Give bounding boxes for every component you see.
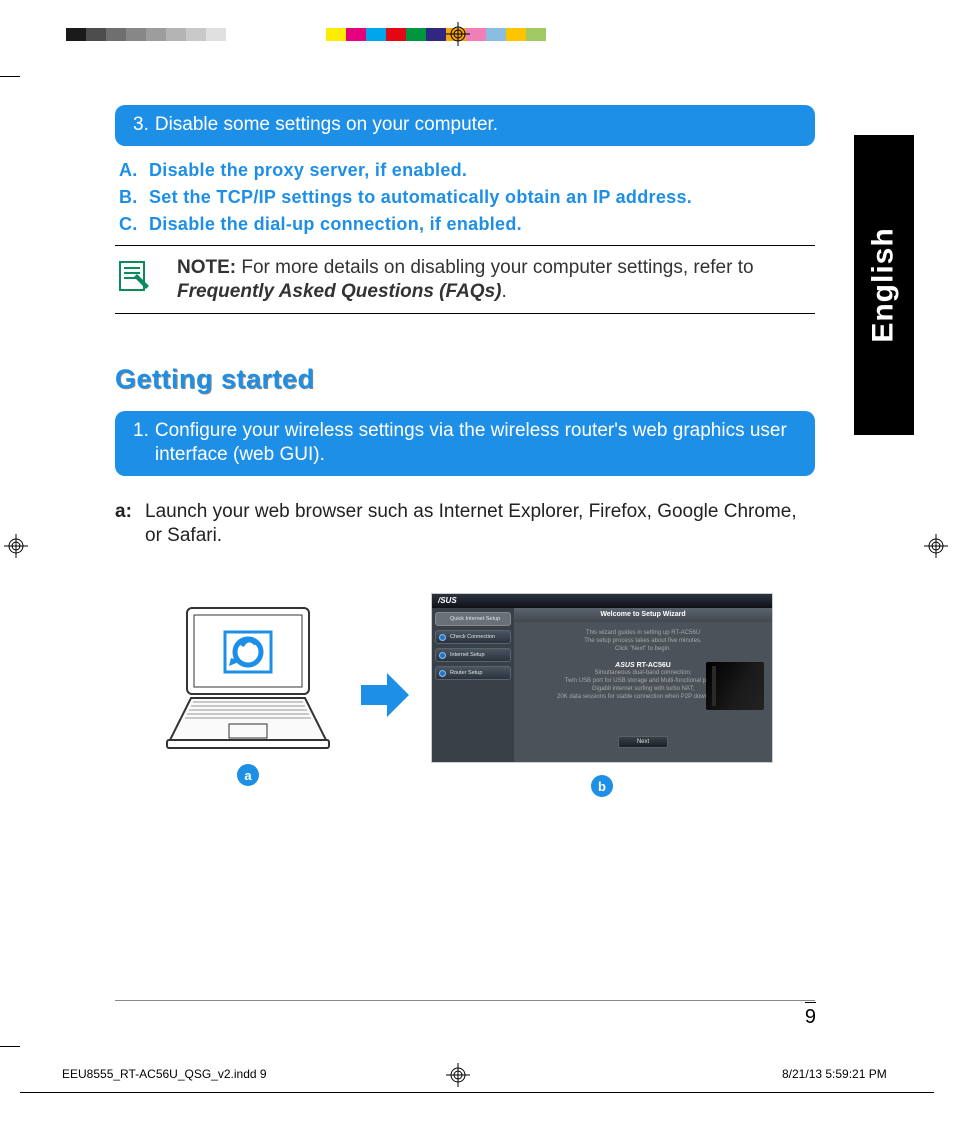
substep-1a: a: Launch your web browser such as Inter… xyxy=(115,500,815,549)
crop-mark xyxy=(0,1046,20,1047)
note: NOTE: For more details on disabling your… xyxy=(115,245,815,314)
wizard-logo: /SUS xyxy=(438,596,457,605)
substep-1a-text: Launch your web browser such as Internet… xyxy=(145,500,815,549)
registration-mark-right xyxy=(924,534,948,558)
registration-mark-left xyxy=(4,534,28,558)
wizard-nav-item[interactable]: Internet Setup xyxy=(435,648,511,662)
printer-color-bar xyxy=(66,28,546,41)
footer-rule xyxy=(115,1000,815,1001)
figure-b: /SUS Quick Internet Setup Check Connectio… xyxy=(431,593,773,797)
figure-a: a xyxy=(157,604,339,786)
note-icon xyxy=(115,256,177,305)
wizard-router-image xyxy=(706,662,764,710)
step-3-text: Disable some settings on your computer. xyxy=(155,113,797,137)
slug-date: 8/21/13 5:59:21 PM xyxy=(782,1067,887,1081)
crop-mark xyxy=(0,76,20,77)
note-label: NOTE: xyxy=(177,257,236,278)
substep-c: C.Disable the dial-up connection, if ena… xyxy=(119,214,815,235)
step-3-number: 3. xyxy=(133,113,149,137)
note-faq: Frequently Asked Questions (FAQs) xyxy=(177,281,501,302)
step-1-text: Configure your wireless settings via the… xyxy=(155,419,797,467)
wizard-nav-item[interactable]: Quick Internet Setup xyxy=(435,612,511,626)
substep-list: A.Disable the proxy server, if enabled. … xyxy=(119,160,815,235)
slug-file: EEU8555_RT-AC56U_QSG_v2.indd 9 xyxy=(62,1067,267,1081)
wizard-next-button[interactable]: Next xyxy=(618,736,668,748)
registration-mark-top xyxy=(446,22,470,46)
page-number: 9 xyxy=(805,1002,816,1029)
setup-wizard-screenshot: /SUS Quick Internet Setup Check Connectio… xyxy=(431,593,773,763)
registration-mark-bottom xyxy=(446,1063,470,1087)
step-3: 3. Disable some settings on your compute… xyxy=(115,105,815,146)
section-getting-started: Getting started xyxy=(115,364,815,395)
wizard-header: Welcome to Setup Wizard xyxy=(514,608,772,622)
indesign-slug: EEU8555_RT-AC56U_QSG_v2.indd 9 8/21/13 5… xyxy=(62,1067,267,1081)
figure-b-badge: b xyxy=(591,775,613,797)
figure-a-badge: a xyxy=(237,764,259,786)
wizard-nav-item[interactable]: Router Setup xyxy=(435,666,511,680)
wizard-nav-item[interactable]: Check Connection xyxy=(435,630,511,644)
arrow-icon xyxy=(357,667,413,723)
substep-a: A.Disable the proxy server, if enabled. xyxy=(119,160,815,181)
figure-row: a /SUS Quick Internet Setup Check Connect… xyxy=(115,593,815,797)
laptop-illustration xyxy=(157,604,339,752)
substep-1a-label: a: xyxy=(115,500,145,549)
slug-line xyxy=(20,1092,934,1093)
language-label: English xyxy=(867,227,901,342)
wizard-main: Welcome to Setup Wizard This wizard guid… xyxy=(514,608,772,762)
language-tab: English xyxy=(854,135,914,435)
step-1-number: 1. xyxy=(133,419,149,467)
substep-b: B.Set the TCP/IP settings to automatical… xyxy=(119,187,815,208)
note-text: NOTE: For more details on disabling your… xyxy=(177,256,815,305)
page-content: 3. Disable some settings on your compute… xyxy=(115,105,815,797)
wizard-sidebar: Quick Internet Setup Check Connection Inte… xyxy=(432,608,514,762)
step-1: 1. Configure your wireless settings via … xyxy=(115,411,815,476)
